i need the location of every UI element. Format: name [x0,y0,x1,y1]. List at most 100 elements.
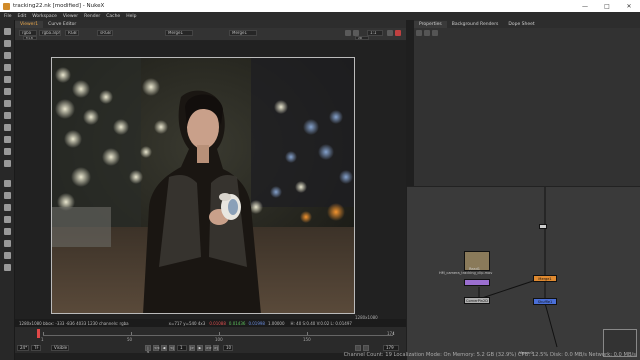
pixel-alpha-value: 1.00000 [267,320,285,326]
menu-help[interactable]: Help [126,14,136,19]
toolsets-tool-icon[interactable] [4,204,11,211]
furnace-tool-icon[interactable] [4,228,11,235]
status-bar: Channel Count: 19 Localization Mode: On … [343,352,636,358]
first-frame-button[interactable]: |< [145,345,151,354]
pixel-green-value: 0.01436 [228,320,246,326]
viewer-info-bar: 1280x1080 bbox: -333 -836 4033 1230 chan… [15,319,406,327]
render-button[interactable] [363,345,369,351]
deep-tool-icon[interactable] [4,192,11,199]
tab-properties[interactable]: Properties [414,21,447,28]
nuke-logo-icon [3,2,10,10]
last-frame-button[interactable]: >| [213,345,219,351]
views-tool-icon[interactable] [4,148,11,155]
3d-tool-icon[interactable] [4,136,11,143]
clear-panels-icon[interactable] [432,30,438,36]
pause-icon[interactable] [387,30,393,36]
keyer-tool-icon[interactable] [4,100,11,107]
minimize-icon[interactable]: — [574,3,596,10]
night-portrait-image [51,57,355,314]
layer-select[interactable]: rgba.alpha [39,30,61,36]
viewer-tab-bar: Viewer1 Curve Editor [15,20,406,28]
title-bar: tracking22.nk [modified] - NukeX — □ ✕ [0,0,640,12]
pixel-red-value: 0.01088 [209,320,226,326]
play-backward-button[interactable]: ◀ [161,345,167,351]
channel-tool-icon[interactable] [4,64,11,71]
menu-cache[interactable]: Cache [106,14,120,19]
tick-label: 1 [41,337,44,342]
refresh-icon[interactable] [395,30,401,36]
playhead-marker[interactable] [37,329,40,338]
node-graph[interactable]: Read1 HM_camera_tracking_clip.mov Corner… [407,186,640,360]
hsvl-readout: H: 40 S:0.40 V:0.02 L: 0.01497 [290,320,352,326]
other-tool-icon[interactable] [4,216,11,223]
prev-frame-button[interactable]: <| [169,345,175,351]
format-info: 1280x1080 bbox: -333 -836 4033 1230 chan… [19,320,129,326]
ofx-tool-icon[interactable] [4,240,11,247]
tab-dope-sheet[interactable]: Dope Sheet [503,21,539,28]
tab-background-renders[interactable]: Background Renders [447,21,504,28]
merge-node[interactable]: Merge1 [533,275,557,282]
image-tool-icon[interactable] [4,28,11,35]
filter-tool-icon[interactable] [4,88,11,95]
end-frame-label: 174 [387,331,395,336]
menu-file[interactable]: File [4,14,12,19]
draw-tool-icon[interactable] [4,40,11,47]
shuffle-node[interactable] [464,279,490,286]
close-icon[interactable]: ✕ [618,3,640,10]
time-tool-icon[interactable] [4,52,11,59]
tick-label: 100 [215,337,223,342]
playback-mode-field[interactable]: TF [31,345,41,351]
next-keyframe-button[interactable]: >> [205,345,212,351]
tab-curve-editor[interactable]: Curve Editor [43,21,81,28]
settings-tool-icon[interactable] [4,252,11,259]
flipbook-button[interactable] [355,345,361,351]
help-tool-icon[interactable] [4,264,11,271]
window-title: tracking22.nk [modified] - NukeX [13,3,105,9]
properties-tab-bar: Properties Background Renders Dope Sheet [414,20,640,28]
timeline-ruler[interactable] [43,330,394,336]
out-point-field[interactable]: 179 [383,345,399,351]
mode-2d-field[interactable]: 2D [355,36,369,40]
pixel-coords: x=717 y=540 4x3 [168,320,206,326]
menu-render[interactable]: Render [84,14,100,19]
zoom-select[interactable]: 1:1 [367,30,383,36]
lock-panels-icon[interactable] [424,30,430,36]
transform-tool-icon[interactable] [4,124,11,131]
maximize-icon[interactable]: □ [596,3,618,10]
tick-label: 50 [127,337,133,342]
timeline[interactable]: 1 50 100 150 174 [15,327,406,343]
read-node-filename: HM_camera_tracking_clip.mov [439,271,493,275]
metadata-tool-icon[interactable] [4,160,11,167]
lut-select[interactable]: sRGB [97,30,113,36]
fps-field[interactable]: 24* [17,345,29,351]
node-toolbar [0,20,15,360]
pixel-blue-value: 0.01998 [248,320,265,326]
input-b-select[interactable]: Merge1 [229,30,257,36]
viewer-controls: rgba rgba.alpha RGB sRGB Merge1 Merge1 1… [15,28,406,41]
shuffle-output-node[interactable]: Shuffle1 [533,298,557,305]
range-mode-select[interactable]: Visible [51,345,69,351]
fstop-field[interactable]: f/1.8 [23,36,37,40]
viewer-canvas[interactable]: 1280x1080 [15,41,406,320]
input-a-select[interactable]: Merge1 [165,30,193,36]
merge-tool-icon[interactable] [4,112,11,119]
menu-bar: File Edit Workspace Viewer Render Cache … [0,12,640,20]
display-style-select[interactable]: RGB [65,30,79,36]
tab-viewer1[interactable]: Viewer1 [15,21,44,28]
color-tool-icon[interactable] [4,76,11,83]
roi-icon[interactable] [345,30,351,36]
tick-label: 150 [303,337,311,342]
play-forward-button[interactable]: ▶ [197,345,203,351]
cornerpin-node[interactable]: CornerPin2D [464,297,490,304]
menu-edit[interactable]: Edit [18,14,27,19]
next-frame-button[interactable]: |> [189,345,195,351]
increment-field[interactable]: 10 [223,345,233,351]
max-panels-icon[interactable] [416,30,422,36]
prev-keyframe-button[interactable]: << [153,345,160,351]
current-frame-field[interactable]: 1 [177,345,187,351]
menu-viewer[interactable]: Viewer [63,14,78,19]
dot-node[interactable] [539,224,547,229]
menu-workspace[interactable]: Workspace [32,14,57,19]
properties-panel[interactable] [414,28,640,186]
particles-tool-icon[interactable] [4,180,11,187]
